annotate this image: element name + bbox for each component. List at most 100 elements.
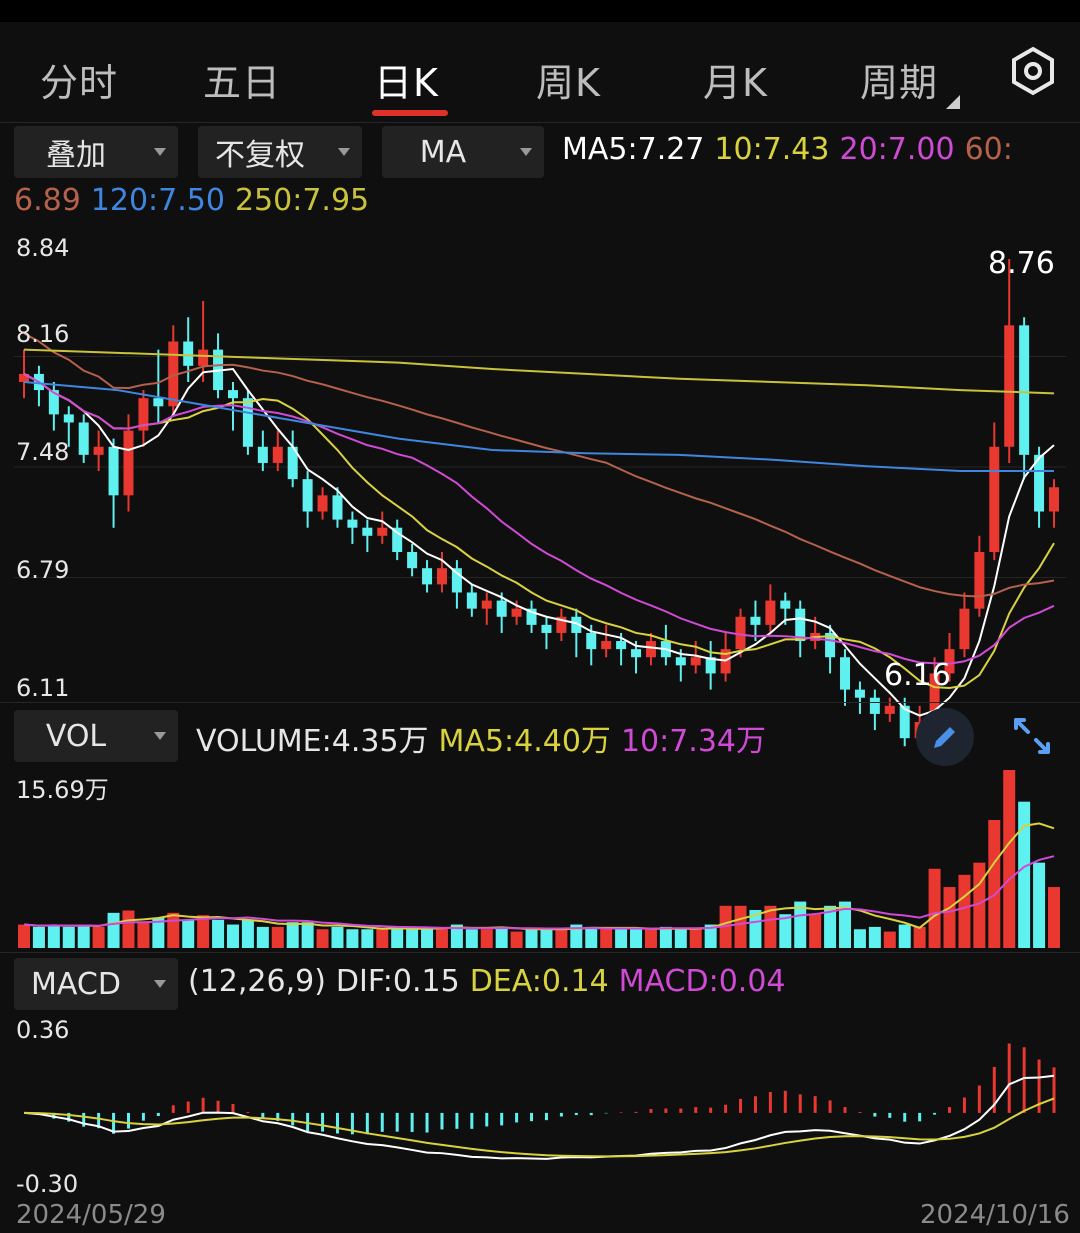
price-axis-label: 8.16 [16,320,70,348]
volume-bar [809,914,822,948]
candle-body [347,519,358,528]
edit-button[interactable] [916,708,974,766]
volume-chart[interactable] [0,766,1080,950]
volume-bar [853,929,866,948]
tab-daily-k[interactable]: 日K [374,52,439,107]
volume-bar [674,929,687,948]
volume-bar [480,929,493,948]
tab-period[interactable]: 周期 [860,52,938,107]
indicator-label: MA [419,134,467,170]
ma-legend-line1: MA5:7.27 10:7.43 20:7.00 60: [562,132,1023,167]
volume-indicator-dropdown[interactable]: VOL [14,710,178,762]
volume-bar [286,922,299,948]
macd-chart[interactable] [0,1012,1080,1198]
volume-bar [1003,770,1016,948]
divider [0,702,1080,703]
volume-bar [376,929,389,948]
divider [0,952,1080,953]
candle-body [780,600,791,609]
tab-monthly-k[interactable]: 月K [703,52,768,107]
volume-bar [465,929,478,948]
ma-legend-line2: 6.89 120:7.50 250:7.95 [14,183,379,218]
macd-axis-max: 0.36 [16,1016,70,1044]
settings-icon[interactable] [1008,46,1058,96]
candle-body [869,697,880,714]
volume-bar [943,887,956,948]
ma20-value: 20:7.00 [839,132,955,167]
candle-body [496,600,507,617]
candle-body [198,349,209,366]
candle-body [616,641,627,650]
volume-bar [316,929,329,948]
volume-bar [540,929,553,948]
volume-bar [734,905,747,948]
candle-body [436,568,447,585]
candle-body [675,657,686,666]
ma5-value: MA5:7.27 [562,132,705,167]
candle-body [481,600,492,609]
candle-body [765,600,776,625]
volume-bar [92,926,105,948]
macd-params: (12,26,9) [188,964,326,999]
volume-bar [62,926,75,948]
volume-bar [182,919,195,948]
candle-body [123,430,134,496]
volume-bar [689,929,702,948]
volume-legend: VOLUME:4.35万 MA5:4.40万 10:7.34万 [196,716,776,760]
ma60-line [23,332,1055,598]
candle-body [645,641,656,658]
tab-weekly-k[interactable]: 周K [536,52,601,107]
candle-body [332,495,343,520]
tab-intraday[interactable]: 分时 [40,52,118,107]
volume-bar [167,912,180,948]
overlay-dropdown[interactable]: 叠加 [14,126,178,178]
volume-bar [107,912,120,948]
divider [0,122,1080,123]
macd-indicator-dropdown[interactable]: MACD [14,958,178,1010]
volume-bar [346,929,359,948]
volume-bar [271,926,284,948]
tab-five-day[interactable]: 五日 [203,52,281,107]
candle-body [422,568,433,585]
volume-ma10: 10:7.34万 [620,724,767,759]
candle-body [302,479,313,512]
volume-bar [615,929,628,948]
volume-bar [883,931,896,948]
volume-bar [18,924,30,948]
volume-bar [241,919,254,948]
volume-bar [958,874,971,948]
macd-value: MACD:0.04 [618,964,786,999]
candle-body [854,689,865,698]
macd-dif: DIF:0.15 [335,964,460,999]
candle-body [1004,325,1015,447]
candle-body [959,608,970,650]
adjust-dropdown[interactable]: 不复权 [198,126,362,178]
volume-bar [495,926,508,948]
volume-bar [644,929,657,948]
volume-bar [256,926,269,948]
expand-icon[interactable] [1008,712,1056,760]
volume-bar [585,926,598,948]
price-axis-label: 6.79 [16,556,70,584]
volume-bar [525,929,538,948]
status-bar [0,0,1080,22]
volume-bar [630,929,643,948]
candle-body [690,657,701,666]
candle-body [884,705,895,714]
pencil-icon [934,727,955,748]
volume-bar [1048,887,1060,948]
candle-body [735,616,746,650]
chevron-down-icon [154,148,166,156]
volume-bar [421,929,434,948]
candle-body [466,592,477,609]
indicator-dropdown[interactable]: MA [382,126,544,178]
ma120-line [23,381,1054,473]
volume-axis-max: 15.69万 [16,776,109,804]
volume-bar [435,926,448,948]
dea-line [23,1097,1055,1158]
ma60-value: 6.89 [14,183,81,218]
chevron-down-icon [154,980,166,988]
price-chart[interactable] [0,230,1080,747]
candle-body [183,341,194,366]
candle-body [377,527,388,536]
